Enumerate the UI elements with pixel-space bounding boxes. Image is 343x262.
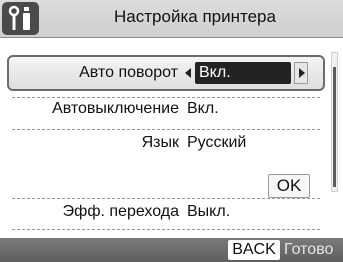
setting-label: Эфф. перехода xyxy=(62,203,179,220)
ok-button[interactable]: OK xyxy=(268,174,310,198)
settings-list: Авто поворот Вкл. Автовыключение Вкл. Яз… xyxy=(0,39,343,237)
setting-label: Язык xyxy=(141,134,179,151)
setting-label: Автовыключение xyxy=(52,100,179,117)
scrollbar-thumb[interactable] xyxy=(333,67,336,187)
setting-row-transition-effect[interactable]: Эфф. перехода Выкл. xyxy=(4,197,324,231)
settings-tools-icon xyxy=(2,2,39,35)
row-divider xyxy=(12,229,320,230)
back-button[interactable]: BACK xyxy=(228,240,280,260)
arrow-right-button[interactable] xyxy=(294,62,308,84)
footer-bar: BACK Готово xyxy=(0,238,343,262)
printer-settings-screen: Настройка принтера Авто поворот Вкл. Авт… xyxy=(0,0,343,262)
setting-row-auto-rotate[interactable]: Авто поворот Вкл. xyxy=(7,55,325,91)
setting-row-auto-power-off[interactable]: Автовыключение Вкл. xyxy=(4,94,324,128)
setting-value-selected[interactable]: Вкл. xyxy=(195,62,291,84)
setting-label: Авто поворот xyxy=(79,64,178,81)
arrow-left-icon[interactable] xyxy=(185,68,191,78)
setting-row-language[interactable]: Язык Русский xyxy=(4,128,324,162)
setting-value: Русский xyxy=(187,134,247,151)
title-bar: Настройка принтера xyxy=(0,0,343,38)
setting-value: Выкл. xyxy=(187,203,231,220)
scrollbar[interactable] xyxy=(331,52,338,192)
page-title: Настройка принтера xyxy=(114,7,276,26)
status-text: Готово xyxy=(284,241,334,258)
arrow-right-icon xyxy=(299,68,305,78)
setting-value: Вкл. xyxy=(187,100,219,117)
